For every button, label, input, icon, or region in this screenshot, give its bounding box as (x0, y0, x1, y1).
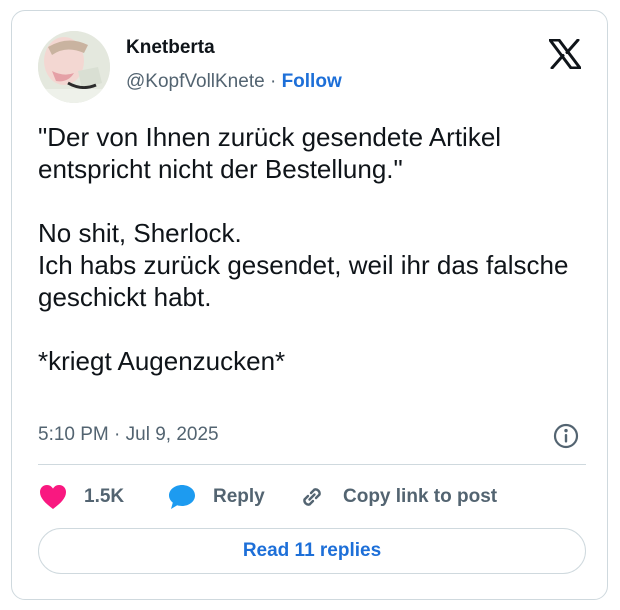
author-handle[interactable]: @KopfVollKnete (126, 71, 265, 92)
reply-label: Reply (213, 486, 265, 507)
tweet-time: 5:10 PM (38, 424, 109, 445)
tweet-timestamp[interactable]: 5:10 PM · Jul 9, 2025 (38, 424, 219, 446)
heart-icon (38, 483, 68, 511)
x-logo-icon[interactable] (548, 38, 582, 70)
read-replies-label: Read 11 replies (242, 540, 382, 561)
divider (38, 464, 586, 465)
handle-separator: · (269, 71, 277, 92)
speech-bubble-icon (167, 482, 197, 512)
tweet-text: "Der von Ihnen zurück gesendete Artikel … (38, 122, 569, 376)
tweet-card: Knetberta @KopfVollKnete · Follow "Der v… (11, 10, 608, 600)
reply-button[interactable]: Reply (167, 480, 265, 514)
read-replies-button[interactable]: Read 11 replies (38, 528, 586, 574)
tweet-date: Jul 9, 2025 (125, 424, 219, 445)
avatar[interactable] (38, 31, 110, 103)
link-icon (297, 482, 327, 512)
info-icon[interactable] (552, 422, 580, 450)
follow-button[interactable]: Follow (282, 71, 342, 92)
like-count: 1.5K (84, 486, 125, 507)
author-handle-row: @KopfVollKnete · Follow (126, 71, 342, 93)
timestamp-separator: · (114, 424, 121, 445)
copy-link-button[interactable]: Copy link to post (297, 480, 497, 514)
copy-link-label: Copy link to post (343, 486, 498, 507)
like-button[interactable]: 1.5K (38, 480, 124, 514)
author-name[interactable]: Knetberta (126, 37, 215, 59)
